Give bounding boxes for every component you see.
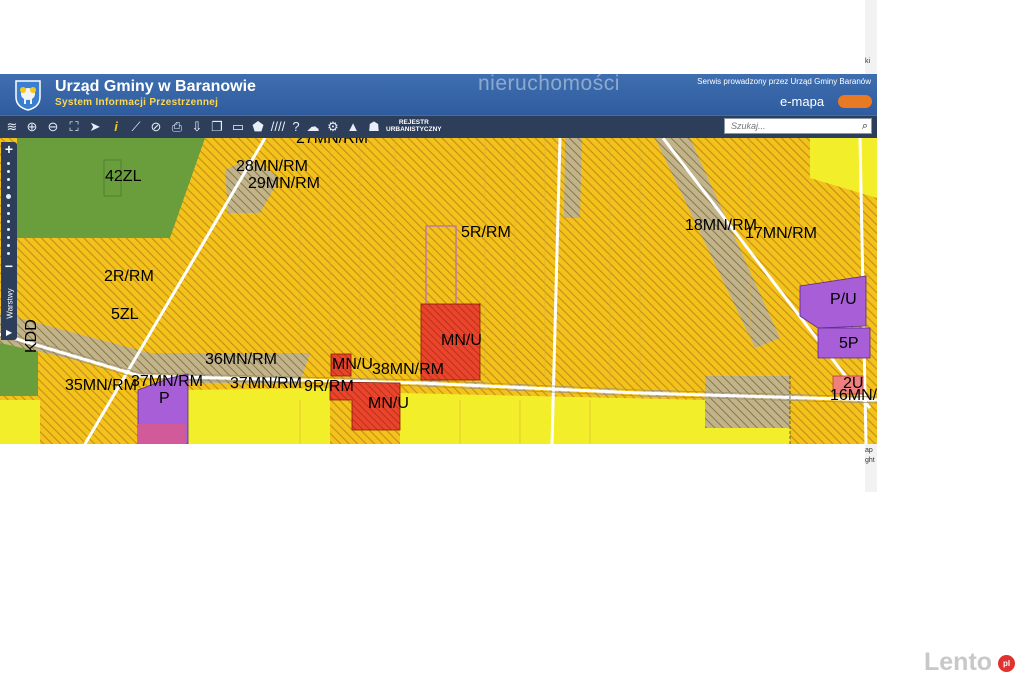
map-label: KDD bbox=[23, 319, 40, 353]
zone-agricultural[interactable] bbox=[0, 400, 40, 444]
map-canvas[interactable]: 27MN/RM 28MN/RM 29MN/RM 42ZL 2R/RM 5ZL 5… bbox=[0, 138, 877, 444]
zoom-level-dot[interactable] bbox=[7, 162, 10, 165]
map-label: 42ZL bbox=[105, 168, 142, 185]
layers-label: Warstwy bbox=[5, 288, 15, 319]
layers-icon[interactable]: ≋ bbox=[2, 117, 22, 137]
map-toolbar: ≋ ⊕ ⊖ ⛶ ➤ i ⟋ ⊘ ⎙ ⇩ ❐ ▭ ⬟ //// ? ☁ ⚙ ▲ ☗… bbox=[0, 115, 877, 138]
road-strip bbox=[564, 138, 582, 218]
app-subtitle: System Informacji Przestrzennej bbox=[55, 97, 219, 108]
zoom-level-dot[interactable] bbox=[7, 204, 10, 207]
hatch-icon[interactable]: //// bbox=[268, 117, 288, 137]
expand-arrow-icon: ▶ bbox=[6, 328, 13, 337]
shape-icon[interactable]: ⬟ bbox=[248, 117, 268, 137]
map-label: 37MN/RM bbox=[230, 375, 302, 392]
gis-app-window: Urząd Gminy w Baranowie System Informacj… bbox=[0, 74, 877, 444]
map-label: MN/U bbox=[368, 395, 409, 412]
link-icon[interactable]: ⊘ bbox=[146, 117, 166, 137]
select-arrow-icon[interactable]: ➤ bbox=[85, 117, 105, 137]
page-fragment-text: ght bbox=[865, 457, 875, 464]
zoom-in-button[interactable]: + bbox=[1, 142, 17, 156]
user-comment-icon[interactable]: ☗ bbox=[364, 117, 384, 137]
map-label: MN/U bbox=[441, 332, 482, 349]
watermark-text: nieruchomości bbox=[478, 74, 620, 95]
page-fragment-text: ki bbox=[865, 58, 871, 65]
map-label: 2R/RM bbox=[104, 268, 154, 285]
map-label: 35MN/RM bbox=[65, 377, 137, 394]
zoom-level-dot[interactable] bbox=[7, 220, 10, 223]
emapa-logo-icon bbox=[838, 95, 872, 108]
map-label: 5R/RM bbox=[461, 224, 511, 241]
zoom-slider[interactable]: + − Warstwy ▶ bbox=[1, 142, 17, 340]
layers-panel-toggle[interactable]: Warstwy ▶ bbox=[3, 279, 17, 339]
map-label: 16MN/RM bbox=[830, 387, 877, 404]
zoom-out-button[interactable]: − bbox=[1, 259, 17, 273]
rejestr-urbanistyczny-button[interactable]: REJESTR URBANISTYCZNY bbox=[386, 119, 442, 133]
zoom-level-dot[interactable] bbox=[7, 186, 10, 189]
map-label: 5ZL bbox=[111, 306, 139, 323]
map-label: 17MN/RM bbox=[745, 225, 817, 242]
app-title: Urząd Gminy w Baranowie bbox=[55, 78, 256, 95]
road-strip bbox=[705, 376, 790, 428]
zoom-current-level[interactable] bbox=[6, 194, 11, 199]
search-box[interactable]: ⌕ bbox=[724, 118, 872, 134]
map-label: 27MN/RM bbox=[296, 138, 368, 147]
lento-watermark: Lento bbox=[924, 648, 993, 676]
map-label: P/U bbox=[830, 291, 857, 308]
map-label: P bbox=[159, 390, 170, 407]
info-icon[interactable]: i bbox=[106, 117, 126, 137]
copy-icon[interactable]: ❐ bbox=[207, 117, 227, 137]
full-extent-icon[interactable]: ⛶ bbox=[64, 117, 84, 137]
app-header: Urząd Gminy w Baranowie System Informacj… bbox=[0, 74, 877, 115]
zoom-level-dot[interactable] bbox=[7, 170, 10, 173]
service-note: Serwis prowadzony przez Urząd Gminy Bara… bbox=[697, 77, 871, 86]
rejestr-line1: REJESTR bbox=[398, 119, 429, 126]
zoom-level-dot[interactable] bbox=[7, 244, 10, 247]
zoom-level-dot[interactable] bbox=[7, 178, 10, 181]
map-label: 37MN/RM bbox=[131, 373, 203, 390]
lento-pl-badge: pl bbox=[998, 655, 1015, 672]
cloud-icon[interactable]: ☁ bbox=[303, 117, 323, 137]
search-icon[interactable]: ⌕ bbox=[862, 119, 868, 133]
emapa-brand[interactable]: e-mapa bbox=[780, 94, 824, 109]
zoom-level-dot[interactable] bbox=[7, 212, 10, 215]
search-input[interactable] bbox=[727, 119, 855, 133]
map-label: 29MN/RM bbox=[248, 175, 320, 192]
map-label: 9R/RM bbox=[304, 378, 354, 395]
window-icon[interactable]: ▭ bbox=[228, 117, 248, 137]
zone-industrial-p-lower[interactable] bbox=[138, 424, 186, 444]
rejestr-line2: URBANISTYCZNY bbox=[386, 126, 442, 133]
map-label: 28MN/RM bbox=[236, 158, 308, 175]
measure-line-icon[interactable]: ⟋ bbox=[126, 117, 146, 137]
page-fragment-text: ap bbox=[865, 447, 873, 454]
map-label: 5P bbox=[839, 335, 859, 352]
print-icon[interactable]: ⎙ bbox=[167, 117, 187, 137]
zoom-level-dot[interactable] bbox=[7, 236, 10, 239]
zone-agricultural[interactable] bbox=[705, 428, 790, 444]
map-label: 38MN/RM bbox=[372, 361, 444, 378]
map-label: MN/U bbox=[332, 356, 373, 373]
warning-icon[interactable]: ▲ bbox=[343, 117, 363, 137]
map-label: 36MN/RM bbox=[205, 351, 277, 368]
zoom-level-dot[interactable] bbox=[7, 228, 10, 231]
zone-agricultural[interactable] bbox=[185, 388, 330, 444]
zoom-out-icon[interactable]: ⊖ bbox=[43, 117, 63, 137]
coat-of-arms-icon bbox=[15, 80, 41, 111]
zoom-in-icon[interactable]: ⊕ bbox=[22, 117, 42, 137]
settings-icon[interactable]: ⚙ bbox=[323, 117, 343, 137]
download-icon[interactable]: ⇩ bbox=[187, 117, 207, 137]
zoom-level-dot[interactable] bbox=[7, 252, 10, 255]
